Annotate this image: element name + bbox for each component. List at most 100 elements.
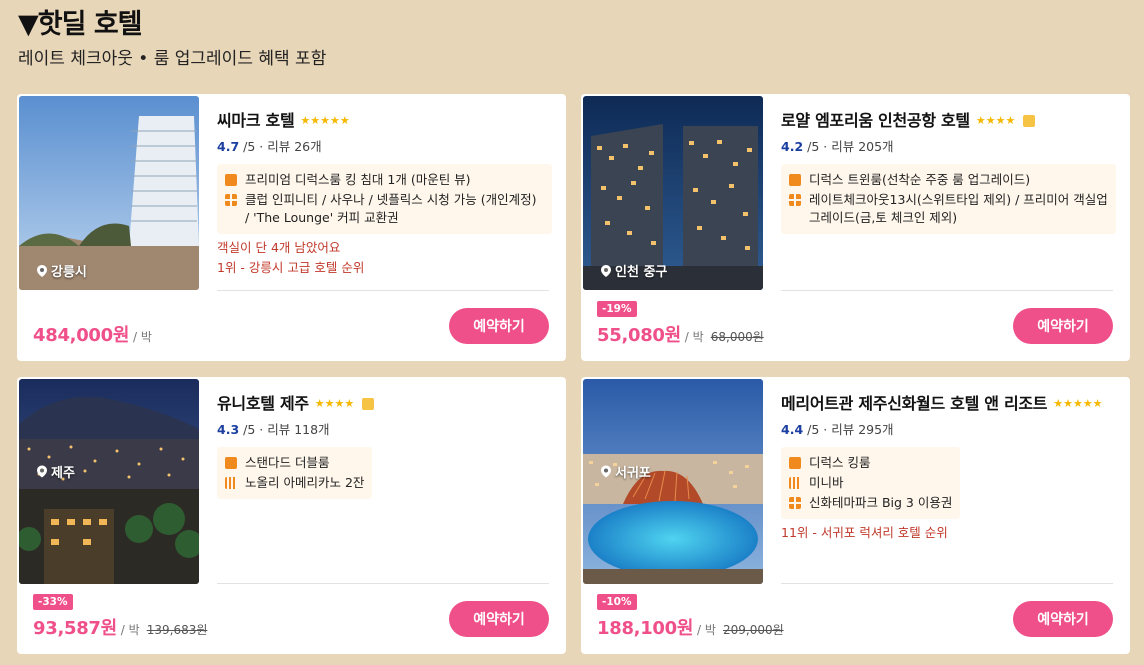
location-pin-icon (37, 264, 47, 277)
rating-reviews: /5 · 리뷰 26개 (239, 139, 322, 154)
hotel-card[interactable]: 서귀포 메리어트관 제주신화월드 호텔 앤 리조트 ★★★★★ 4.4 /5 · … (581, 377, 1130, 654)
perk-text: 프리미엄 디럭스룸 킹 침대 1개 (마운틴 뷰) (245, 172, 471, 187)
divider (781, 583, 1113, 584)
price-unit: / 박 (693, 623, 716, 637)
room-icon (789, 457, 801, 469)
section-subtitle: 레이트 체크아웃 • 룸 업그레이드 혜택 포함 (18, 49, 327, 69)
location-pin-icon (601, 465, 611, 478)
discount-badge: -33% (33, 594, 73, 610)
divider (217, 583, 549, 584)
perk-item: 신화테마파크 Big 3 이용권 (789, 494, 952, 512)
certified-badge-icon (1023, 115, 1036, 127)
star-rating-icon: ★★★★★ (1053, 397, 1103, 410)
rating-summary: 4.7 /5 · 리뷰 26개 (217, 138, 552, 156)
rating-score: 4.3 (217, 422, 240, 437)
rating-summary: 4.4 /5 · 리뷰 295개 (781, 421, 1116, 439)
rating-reviews: /5 · 리뷰 295개 (803, 422, 894, 437)
price: 188,100원 (597, 618, 694, 639)
original-price: 139,683원 (146, 623, 208, 637)
perk-text: 클럽 인피니티 / 사우나 / 넷플릭스 시청 가능 (개인계정) / 'The… (245, 192, 537, 225)
hotel-name[interactable]: 유니호텔 제주 (217, 391, 309, 417)
location-label: 서귀포 (601, 379, 651, 574)
perk-text: 디럭스 킹룸 (809, 455, 871, 470)
perks-list: 디럭스 트윈룸(선착순 주중 룸 업그레이드) 레이트체크아웃13시(스위트타입… (781, 164, 1116, 234)
rating-summary: 4.3 /5 · 리뷰 118개 (217, 421, 552, 439)
star-rating-icon: ★★★★★ (300, 114, 350, 127)
price-box: -33% 93,587원 / 박 139,683원 (33, 590, 207, 640)
perk-item: 디럭스 트윈룸(선착순 주중 룸 업그레이드) (789, 171, 1108, 189)
rating-score: 4.4 (781, 422, 804, 437)
perk-text: 미니바 (809, 475, 844, 490)
book-button[interactable]: 예약하기 (1013, 308, 1113, 344)
price: 93,587원 (33, 618, 117, 639)
room-icon (225, 457, 237, 469)
hotel-photo[interactable]: 인천 중구 (583, 96, 763, 290)
room-icon (789, 174, 801, 186)
rating-score: 4.7 (217, 139, 240, 154)
perks-list: 스탠다드 더블룸 노올리 아메리카노 2잔 (217, 447, 373, 499)
certified-badge-icon (362, 398, 375, 410)
price-unit: / 박 (116, 623, 140, 637)
grid-icon (789, 194, 801, 206)
section-header: ▼핫딜 호텔 레이트 체크아웃 • 룸 업그레이드 혜택 포함 (18, 8, 326, 72)
hotel-card[interactable]: 강릉시 씨마크 호텔 ★★★★★ 4.7 /5 · 리뷰 26개 프리미엄 디럭스… (17, 94, 566, 361)
price: 55,080원 (597, 325, 681, 346)
hotel-photo[interactable]: 서귀포 (583, 379, 763, 584)
rating-reviews: /5 · 리뷰 118개 (239, 422, 330, 437)
book-button[interactable]: 예약하기 (1013, 601, 1113, 637)
location-text: 서귀포 (615, 466, 651, 481)
rating-score: 4.2 (781, 139, 804, 154)
section-title: ▼핫딜 호텔 (18, 9, 143, 40)
location-text: 인천 중구 (615, 265, 668, 280)
location-label: 강릉시 (37, 261, 87, 280)
hotel-name[interactable]: 씨마크 호텔 (217, 108, 295, 134)
perk-text: 노올리 아메리카노 2잔 (245, 475, 365, 490)
perks-list: 프리미엄 디럭스룸 킹 침대 1개 (마운틴 뷰) 클럽 인피니티 / 사우나 … (217, 164, 552, 234)
perk-text: 레이트체크아웃13시(스위트타입 제외) / 프리미어 객실업그레이드(금,토 … (809, 192, 1108, 225)
hotel-photo[interactable]: 강릉시 (19, 96, 199, 290)
perk-text: 스탠다드 더블룸 (245, 455, 330, 470)
price: 484,000원 (33, 325, 130, 346)
divider (217, 290, 549, 291)
availability-alert: 객실이 단 4개 남았어요 (217, 240, 341, 255)
price-unit: / 박 (680, 330, 704, 344)
location-pin-icon (37, 465, 47, 478)
price-box: 484,000원 / 박 (33, 321, 152, 347)
location-label: 인천 중구 (601, 261, 667, 280)
food-icon (225, 477, 237, 489)
perk-item: 노올리 아메리카노 2잔 (225, 474, 364, 492)
original-price: 209,000원 (722, 623, 784, 637)
book-button[interactable]: 예약하기 (449, 601, 549, 637)
price-box: -10% 188,100원 / 박 209,000원 (597, 590, 784, 640)
perk-item: 레이트체크아웃13시(스위트타입 제외) / 프리미어 객실업그레이드(금,토 … (789, 191, 1108, 227)
hotel-photo[interactable]: 제주 (19, 379, 199, 584)
grid-icon (789, 497, 801, 509)
divider (781, 290, 1113, 291)
perk-item: 디럭스 킹룸 (789, 454, 952, 472)
perk-item: 미니바 (789, 474, 952, 492)
rating-reviews: /5 · 리뷰 205개 (803, 139, 894, 154)
room-icon (225, 174, 237, 186)
location-label: 제주 (37, 379, 75, 574)
star-rating-icon: ★★★★ (975, 114, 1016, 127)
hotel-name[interactable]: 메리어트관 제주신화월드 호텔 앤 리조트 (781, 391, 1048, 417)
star-rating-icon: ★★★★ (314, 397, 355, 410)
perk-text: 신화테마파크 Big 3 이용권 (809, 495, 953, 510)
book-button[interactable]: 예약하기 (449, 308, 549, 344)
location-pin-icon (601, 264, 611, 277)
original-price: 68,000원 (710, 330, 764, 344)
ranking-alert: 1위 - 강릉시 고급 호텔 순위 (217, 260, 365, 275)
price-box: -19% 55,080원 / 박 68,000원 (597, 297, 764, 347)
hotel-card[interactable]: 제주 유니호텔 제주 ★★★★ 4.3 /5 · 리뷰 118개 스탠다드 더블룸… (17, 377, 566, 654)
perk-item: 클럽 인피니티 / 사우나 / 넷플릭스 시청 가능 (개인계정) / 'The… (225, 191, 544, 227)
location-text: 강릉시 (51, 265, 87, 280)
location-text: 제주 (51, 466, 75, 481)
discount-badge: -10% (597, 594, 637, 610)
ranking-alert: 11위 - 서귀포 럭셔리 호텔 순위 (781, 525, 948, 540)
hotel-card[interactable]: 인천 중구 로얄 엠포리움 인천공항 호텔 ★★★★ 4.2 /5 · 리뷰 20… (581, 94, 1130, 361)
hotel-name[interactable]: 로얄 엠포리움 인천공항 호텔 (781, 108, 970, 134)
price-unit: / 박 (129, 330, 152, 344)
discount-badge: -19% (597, 301, 637, 317)
rating-summary: 4.2 /5 · 리뷰 205개 (781, 138, 1116, 156)
food-icon (789, 477, 801, 489)
